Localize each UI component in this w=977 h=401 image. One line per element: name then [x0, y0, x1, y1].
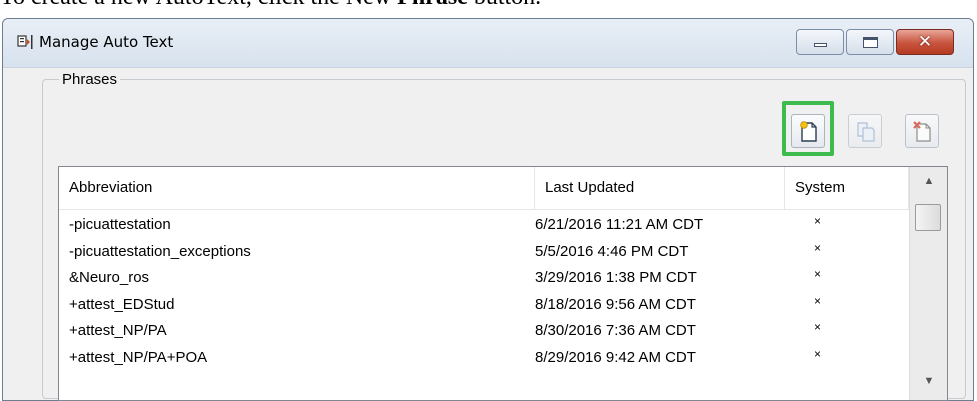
last-updated-cell: 6/21/2016 11:21 AM CDT — [535, 216, 704, 233]
instruction-text: To create a new AutoText, click the New … — [0, 0, 541, 18]
column-header-abbreviation[interactable]: Abbreviation — [59, 167, 535, 209]
abbreviation-cell: &Neuro_ros — [69, 269, 150, 286]
scroll-thumb[interactable] — [915, 204, 941, 231]
column-header-last-updated[interactable]: Last Updated — [535, 167, 785, 209]
copy-phrase-icon — [857, 122, 875, 142]
copy-phrase-button[interactable] — [848, 114, 882, 148]
new-phrase-highlight — [782, 101, 834, 156]
system-cell: × — [814, 293, 822, 308]
last-updated-cell: 8/29/2016 9:42 AM CDT — [535, 348, 696, 366]
list-row[interactable]: +attest_EDStud 8/18/2016 9:56 AM CDT × — [59, 290, 909, 317]
minimize-button[interactable] — [796, 29, 844, 55]
list-row[interactable]: +attest_NP/PA+POA 8/29/2016 9:42 AM CDT … — [59, 343, 909, 370]
vertical-scrollbar[interactable]: ▲ ▼ — [909, 167, 947, 400]
minimize-icon — [814, 43, 827, 47]
abbreviation-cell: +attest_NP/PA — [69, 322, 167, 339]
title-bar[interactable]: Manage Auto Text ✕ — [3, 19, 973, 68]
abbreviation-cell: +attest_EDStud — [69, 295, 175, 313]
maximize-icon — [863, 37, 878, 48]
system-cell: × — [814, 267, 822, 281]
system-cell: × — [814, 214, 822, 228]
scroll-up-icon[interactable]: ▲ — [910, 175, 948, 195]
list-rows: -picuattestation 6/21/2016 11:21 AM CDT … — [59, 210, 909, 369]
scroll-down-icon[interactable]: ▼ — [910, 375, 948, 395]
last-updated-cell: 8/30/2016 7:36 AM CDT — [535, 322, 696, 339]
close-icon: ✕ — [917, 32, 933, 52]
phrases-list[interactable]: Abbreviation Last Updated System -picuat… — [58, 166, 948, 401]
list-row[interactable]: -picuattestation 6/21/2016 11:21 AM CDT … — [59, 210, 909, 237]
list-row[interactable]: +attest_NP/PA 8/30/2016 7:36 AM CDT × — [59, 316, 909, 343]
instruction-bold: Phrase — [397, 0, 468, 10]
abbreviation-cell: -picuattestation — [69, 216, 171, 233]
last-updated-cell: 8/18/2016 9:56 AM CDT — [535, 295, 696, 313]
instruction-prefix: To create a new AutoText, click the New — [0, 0, 397, 10]
system-cell: × — [814, 346, 822, 361]
system-cell: × — [814, 240, 822, 255]
last-updated-cell: 3/29/2016 1:38 PM CDT — [535, 269, 697, 286]
delete-phrase-icon — [913, 121, 931, 142]
delete-phrase-button[interactable] — [905, 114, 939, 148]
list-row[interactable]: &Neuro_ros 3/29/2016 1:38 PM CDT × — [59, 263, 909, 290]
app-icon — [17, 35, 33, 49]
system-cell: × — [814, 320, 822, 334]
instruction-suffix: button. — [468, 0, 541, 10]
maximize-button[interactable] — [846, 29, 894, 55]
abbreviation-cell: +attest_NP/PA+POA — [69, 348, 208, 366]
last-updated-cell: 5/5/2016 4:46 PM CDT — [535, 242, 689, 260]
window-title: Manage Auto Text — [39, 33, 174, 51]
column-header-system[interactable]: System — [785, 167, 909, 209]
phrases-group-label: Phrases — [59, 71, 121, 88]
close-button[interactable]: ✕ — [896, 29, 954, 55]
abbreviation-cell: -picuattestation_exceptions — [69, 242, 251, 260]
list-row[interactable]: -picuattestation_exceptions 5/5/2016 4:4… — [59, 237, 909, 264]
